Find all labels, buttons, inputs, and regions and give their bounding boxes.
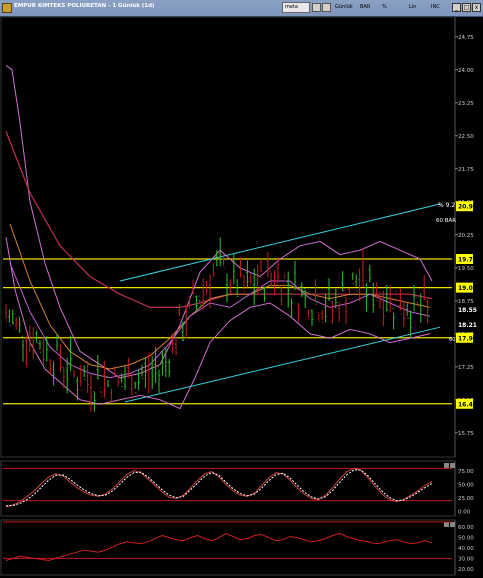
overlay-bar-label: 60 BAR: [436, 218, 456, 224]
price-axis-label: 22.50: [458, 134, 474, 140]
panel-axis-label: 75.00: [458, 469, 474, 475]
panel-axis-label: 25.00: [458, 496, 474, 502]
rsi-axis-label: 50.00: [458, 536, 474, 542]
rsi-scroll-icon-1[interactable]: [444, 522, 449, 527]
trend-channel: [119, 203, 441, 403]
chart-canvas[interactable]: 24.7524.0023.2522.5021.7521.0020.2519.50…: [0, 0, 483, 578]
price-axis-label: 24.00: [458, 68, 474, 74]
rsi-axis-label: 30.00: [458, 556, 474, 562]
oscillator-scroll-icon-2[interactable]: [450, 463, 455, 468]
price-axis-label: 24.75: [458, 35, 474, 41]
bollinger-bands: [5, 64, 433, 410]
price-tag-label: 19.70: [458, 257, 477, 264]
panel-axis-label: 0.00: [458, 509, 471, 515]
oscillator-panel-frame: [0, 460, 456, 517]
price-panel-frame: [0, 16, 456, 458]
rsi-scroll-icon-2[interactable]: [450, 522, 455, 527]
price-axis-label: 23.25: [458, 101, 474, 107]
price-axis-label: 17.25: [458, 365, 474, 371]
price-tag-label: 18.55: [458, 307, 477, 314]
oscillator-scroll-icon-1[interactable]: [444, 463, 449, 468]
price-axis-label: 15.75: [458, 431, 474, 437]
rsi-panel-frame: [0, 519, 456, 576]
overlay-small-label: 60: [449, 337, 455, 343]
price-axis-label: 20.25: [458, 233, 474, 239]
lower-band: [5, 236, 431, 410]
panel-axis-label: 50.00: [458, 482, 474, 488]
rsi-axis-label: 40.00: [458, 546, 474, 552]
price-axis-label: 19.50: [458, 266, 474, 272]
rsi-axis-label: 60.00: [458, 525, 474, 531]
price-axis-label: 18.75: [458, 299, 474, 305]
price-tag-label: 16.41: [458, 401, 477, 408]
rsi-axis-label: 20.00: [458, 567, 474, 573]
overlay-percent-label: % 9.2: [438, 202, 455, 209]
price-tag-label: 20.90: [458, 204, 477, 211]
moving-average-short: [9, 263, 431, 379]
price-axis: 24.7524.0023.2522.5021.7521.0020.2519.50…: [455, 35, 474, 437]
price-axis-label: 21.75: [458, 167, 474, 173]
moving-average-long: [5, 131, 433, 308]
price-tag-label: 19.05: [458, 285, 477, 292]
price-tag-label: 18.21: [458, 322, 477, 329]
price-tag-label: 17.91: [458, 335, 477, 342]
channel-upper-line: [119, 203, 441, 282]
